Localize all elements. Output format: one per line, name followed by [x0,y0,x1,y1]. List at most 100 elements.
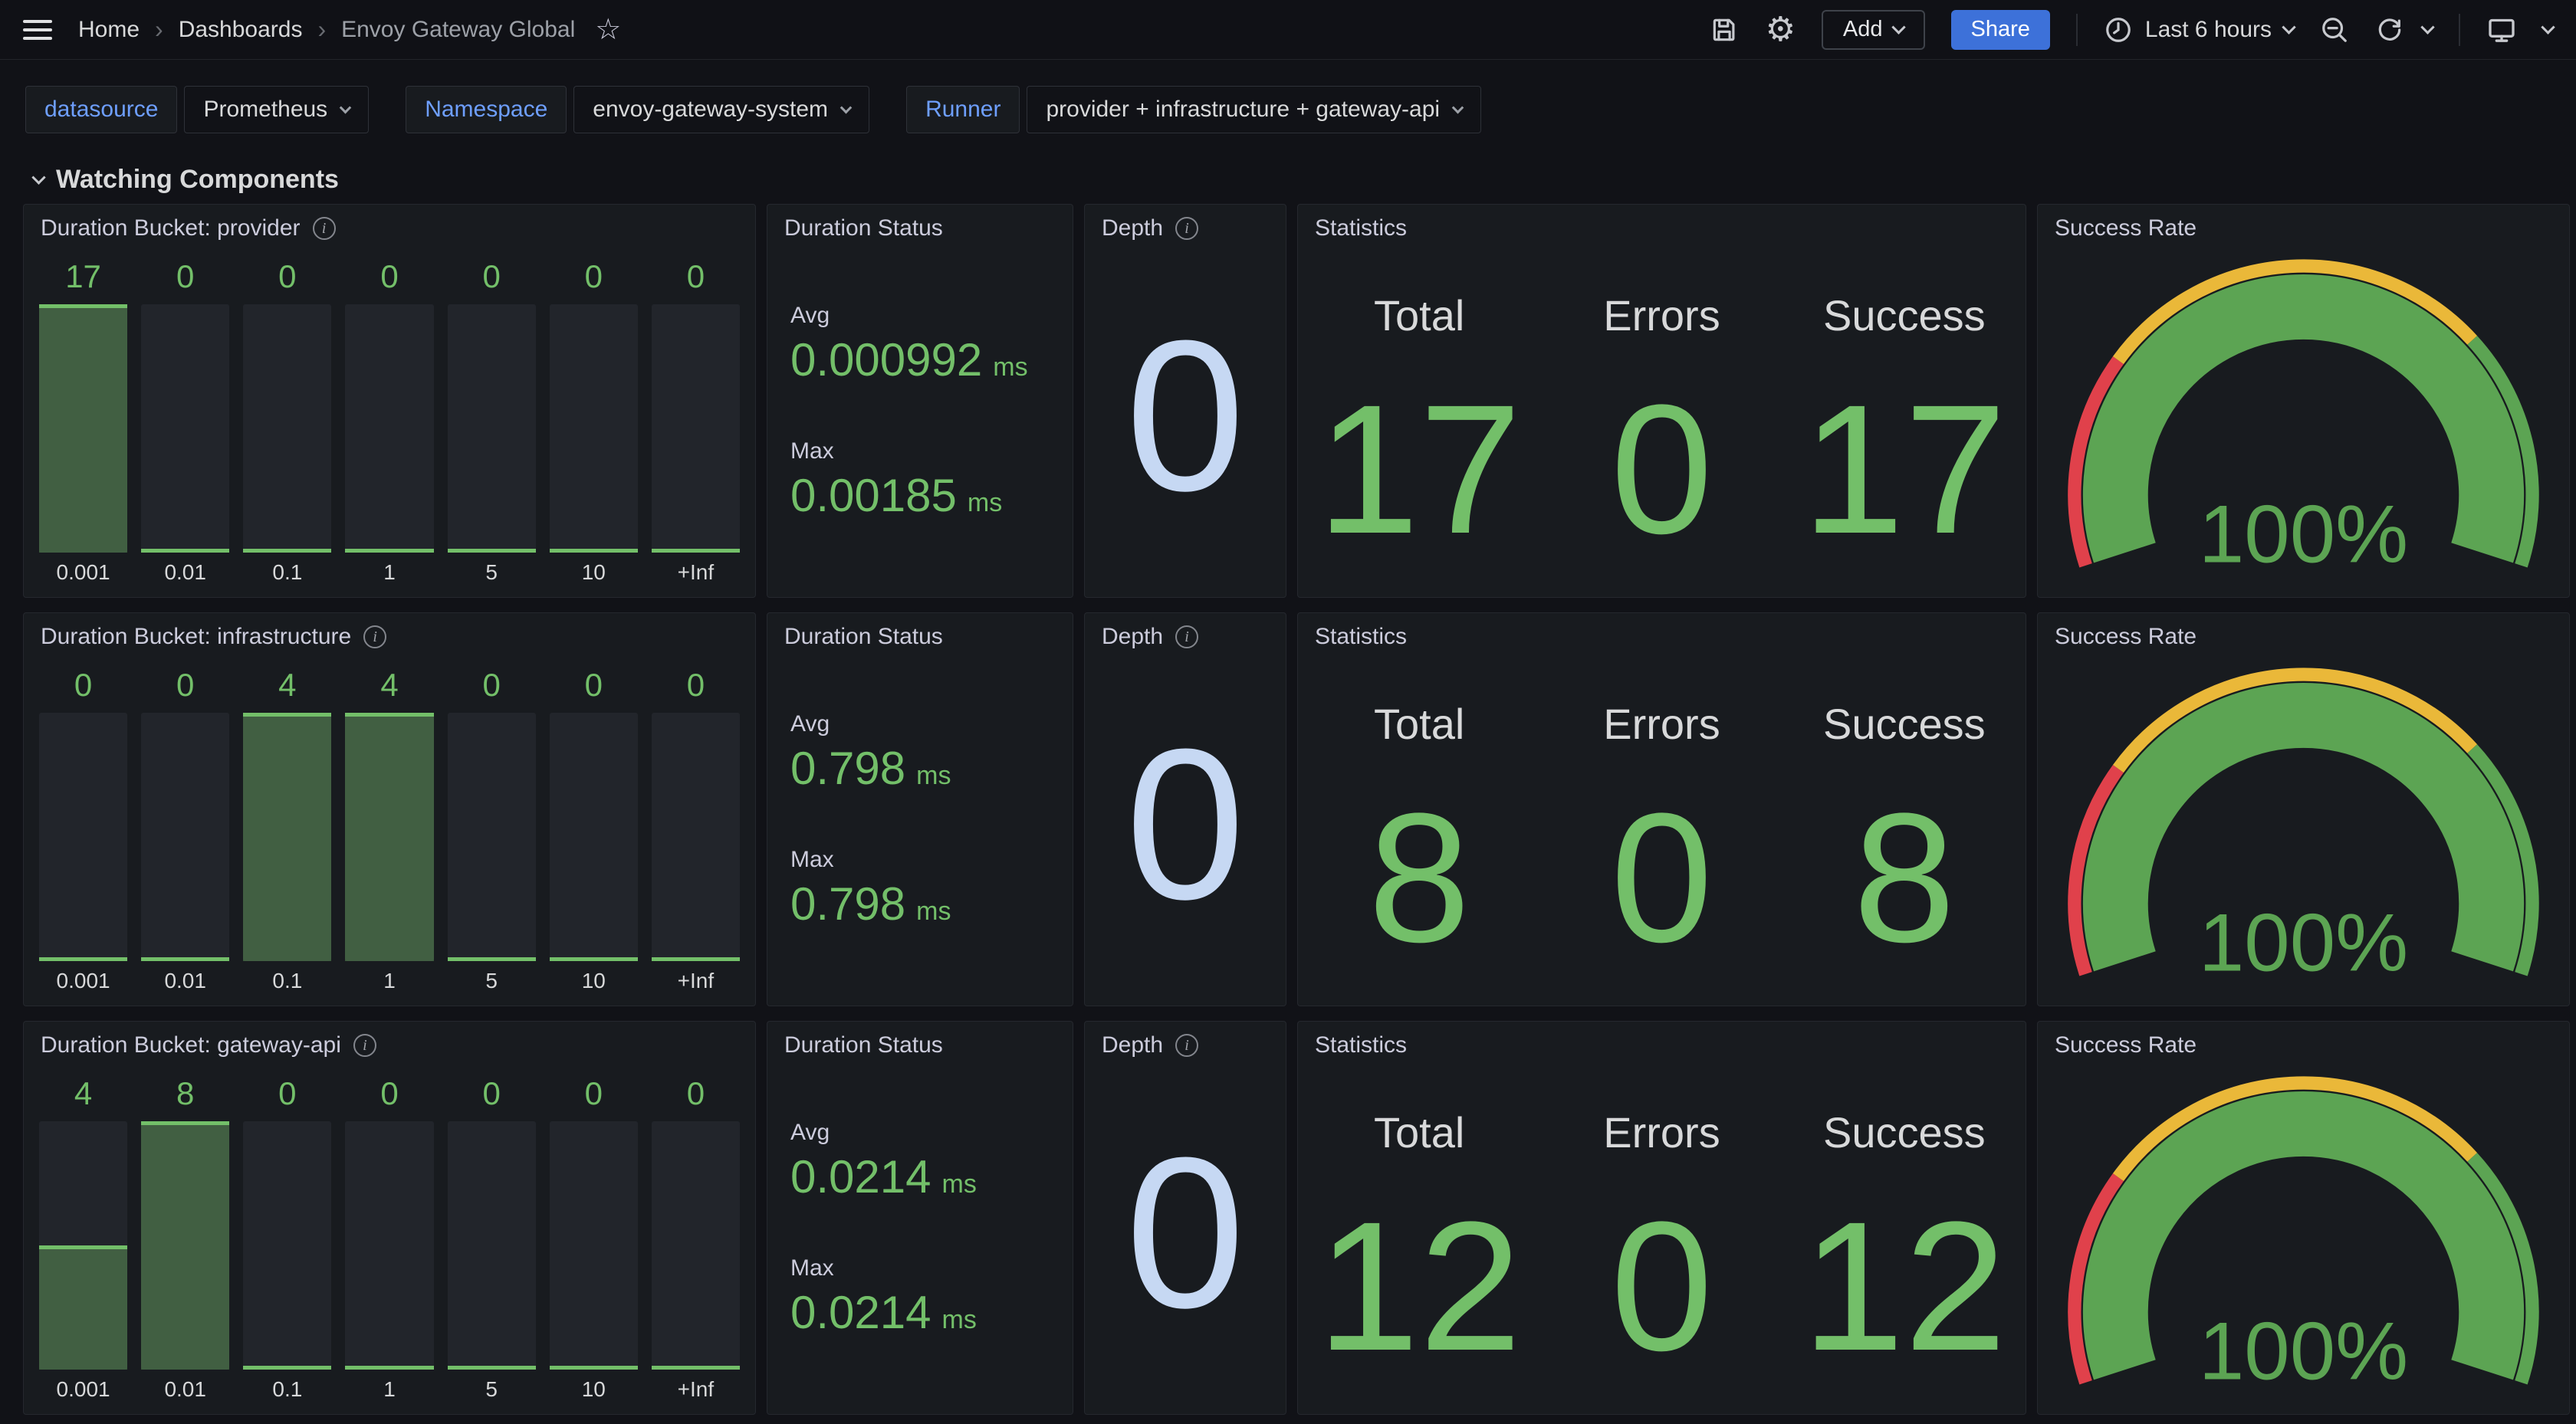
bucket-bar-fill [39,1245,127,1370]
filter-value-text: provider + infrastructure + gateway-api [1046,97,1440,123]
panel-title[interactable]: Statistics [1315,215,1407,241]
bucket-bar-track [141,713,229,961]
filter-value-namespace[interactable]: envoy-gateway-system [573,86,869,133]
refresh-interval-chevron-icon[interactable] [2420,20,2434,34]
bucket-bar[interactable]: 00.1 [243,258,331,586]
dashboard-variables-bar: datasource Prometheus Namespace envoy-ga… [0,60,2576,133]
zoom-out-time-icon[interactable] [2320,15,2349,44]
bucket-bar[interactable]: 01 [345,258,433,586]
menu-icon[interactable] [23,20,52,40]
panel-depth: Depth i 0 [1084,612,1286,1006]
bucket-bar[interactable]: 40.001 [39,1075,127,1403]
bucket-bar-value: 0 [550,258,638,300]
bucket-bar[interactable]: 010 [550,258,638,586]
bucket-bar[interactable]: 00.001 [39,667,127,995]
navbar-more-chevron-icon[interactable] [2541,20,2555,34]
panel-title[interactable]: Success Rate [2055,624,2196,650]
bucket-axis-label: 10 [550,1377,638,1403]
stat-unit: ms [916,761,951,791]
bar-gauge: 40.00180.0100.101050100+Inf [39,1075,740,1403]
bucket-bar-value: 4 [243,667,331,708]
bucket-axis-label: 0.1 [243,969,331,995]
stat-column-label: Total [1374,1107,1464,1157]
bucket-bar[interactable]: 80.01 [141,1075,229,1403]
panel-title[interactable]: Duration Bucket: provider [41,215,301,241]
panel-title[interactable]: Success Rate [2055,215,2196,241]
bucket-bar-fill [550,549,638,553]
panel-title[interactable]: Depth [1102,624,1163,650]
depth-value: 0 [1125,717,1245,932]
info-icon[interactable]: i [363,625,386,648]
panel-title[interactable]: Statistics [1315,624,1407,650]
kiosk-monitor-icon[interactable] [2486,15,2517,45]
stat-label: Max [790,1255,1065,1281]
top-navbar: Home › Dashboards › Envoy Gateway Global… [0,0,2576,60]
filter-label-runner[interactable]: Runner [906,86,1020,133]
stat-label: Avg [790,1120,1065,1146]
row-toggle-watching-components[interactable]: Watching Components [0,133,2576,204]
bucket-bar[interactable]: 05 [448,258,536,586]
panel-statistics: Statistics Total 8 Errors 0 Success 8 [1297,612,2026,1006]
bucket-bar[interactable]: 00.01 [141,667,229,995]
bucket-bar-value: 0 [243,1075,331,1117]
save-dashboard-icon[interactable] [1710,15,1739,44]
bucket-bar-track [652,1121,740,1370]
stat-total: Total 17 [1298,205,1540,597]
breadcrumb-dashboards[interactable]: Dashboards [179,17,303,43]
chevron-down-icon [1452,101,1464,113]
panel-title[interactable]: Duration Bucket: gateway-api [41,1032,341,1058]
stat-column-value: 8 [1853,786,1955,970]
bucket-bar[interactable]: 00.01 [141,258,229,586]
panel-title[interactable]: Success Rate [2055,1032,2196,1058]
bucket-bar[interactable]: 05 [448,1075,536,1403]
panel-title[interactable]: Statistics [1315,1032,1407,1058]
bucket-bar-fill [652,1366,740,1370]
breadcrumb-current-dashboard[interactable]: Envoy Gateway Global [341,17,575,43]
add-button[interactable]: Add [1822,10,1925,50]
filter-label-datasource[interactable]: datasource [25,86,177,133]
bucket-bar[interactable]: 0+Inf [652,667,740,995]
bucket-bar[interactable]: 00.1 [243,1075,331,1403]
bucket-axis-label: +Inf [652,560,740,586]
stat-unit: ms [993,353,1027,382]
filter-label-namespace[interactable]: Namespace [406,86,567,133]
bucket-bar-value: 4 [345,667,433,708]
time-range-picker[interactable]: Last 6 hours [2104,15,2294,44]
panel-title[interactable]: Depth [1102,215,1163,241]
filter-value-runner[interactable]: provider + infrastructure + gateway-api [1027,86,1481,133]
panel-title[interactable]: Duration Bucket: infrastructure [41,624,351,650]
bucket-bar[interactable]: 41 [345,667,433,995]
breadcrumb: Home › Dashboards › Envoy Gateway Global… [78,12,621,47]
bucket-bar[interactable]: 010 [550,1075,638,1403]
share-button[interactable]: Share [1951,10,2050,50]
favorite-star-icon[interactable]: ☆ [595,12,621,47]
bucket-bar[interactable]: 010 [550,667,638,995]
panel-title[interactable]: Duration Status [784,215,943,241]
bucket-bar[interactable]: 0+Inf [652,1075,740,1403]
filter-value-text: Prometheus [203,97,327,123]
dashboard-settings-gear-icon[interactable]: ⚙ [1765,13,1795,47]
refresh-icon[interactable] [2375,15,2404,44]
bucket-bar-fill [39,304,127,553]
info-icon[interactable]: i [1175,217,1198,240]
panel-title[interactable]: Duration Status [784,624,943,650]
bucket-bar[interactable]: 40.1 [243,667,331,995]
info-icon[interactable]: i [313,217,336,240]
bucket-bar[interactable]: 0+Inf [652,258,740,586]
bucket-axis-label: 1 [345,1377,433,1403]
bucket-bar[interactable]: 01 [345,1075,433,1403]
info-icon[interactable]: i [1175,1034,1198,1057]
bucket-bar-track [550,1121,638,1370]
stat-label: Max [790,438,1065,464]
panel-title[interactable]: Duration Status [784,1032,943,1058]
success-rate-gauge: 100% [2056,658,2551,995]
info-icon[interactable]: i [1175,625,1198,648]
panel-title[interactable]: Depth [1102,1032,1163,1058]
bucket-axis-label: 5 [448,560,536,586]
bucket-bar[interactable]: 05 [448,667,536,995]
filter-value-datasource[interactable]: Prometheus [184,86,369,133]
stat-max: Max 0.798ms [790,847,1065,930]
breadcrumb-home[interactable]: Home [78,17,140,43]
bucket-bar[interactable]: 170.001 [39,258,127,586]
info-icon[interactable]: i [353,1034,376,1057]
